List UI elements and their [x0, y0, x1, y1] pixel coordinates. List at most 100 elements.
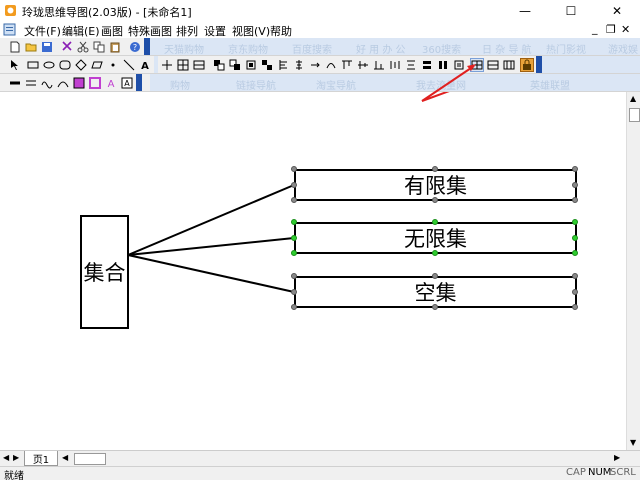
resize-handle[interactable] — [291, 197, 297, 203]
resize-handle[interactable] — [291, 182, 297, 188]
cut-icon[interactable] — [60, 40, 74, 54]
space-vertical-icon[interactable] — [404, 58, 418, 72]
paste-icon[interactable] — [108, 40, 122, 54]
scroll-thumb[interactable] — [629, 108, 640, 122]
menu-view[interactable]: 视图(V) — [232, 23, 270, 39]
font-color-icon[interactable]: A — [104, 76, 118, 90]
layout-vertical-icon[interactable] — [486, 58, 500, 72]
vertical-scrollbar[interactable]: ▲ ▼ — [626, 92, 640, 450]
bring-front-icon[interactable] — [212, 58, 226, 72]
distribute-icon[interactable] — [308, 58, 322, 72]
scissors-icon[interactable] — [76, 40, 90, 54]
split-icon[interactable] — [192, 58, 206, 72]
mdi-close-button[interactable]: ✕ — [621, 23, 630, 36]
resize-handle[interactable] — [291, 304, 297, 310]
resize-handle[interactable] — [432, 166, 438, 172]
line-icon[interactable] — [122, 58, 136, 72]
hscroll-right-icon[interactable]: ▶ — [614, 453, 620, 462]
resize-handle[interactable] — [432, 197, 438, 203]
hscroll-thumb[interactable] — [74, 453, 106, 465]
ungroup-icon[interactable] — [260, 58, 274, 72]
menu-edit[interactable]: 编辑(E) — [62, 23, 100, 39]
ghost-link[interactable]: 游戏娱 — [608, 41, 638, 56]
space-horizontal-icon[interactable] — [388, 58, 402, 72]
copy-icon[interactable] — [92, 40, 106, 54]
hscroll-left-icon[interactable]: ◀ — [62, 453, 68, 462]
ghost-link[interactable]: 链接导航 — [236, 77, 276, 92]
connector-line[interactable] — [127, 184, 295, 256]
menu-help[interactable]: 帮助 — [270, 23, 292, 39]
selection-handle[interactable] — [291, 235, 297, 241]
selection-handle[interactable] — [291, 250, 297, 256]
group-icon[interactable] — [244, 58, 258, 72]
resize-handle[interactable] — [291, 289, 297, 295]
layout-tree-icon[interactable] — [502, 58, 516, 72]
open-folder-icon[interactable] — [24, 40, 38, 54]
align-bottom-icon[interactable] — [372, 58, 386, 72]
minimize-button[interactable]: — — [502, 0, 548, 22]
parallelogram-icon[interactable] — [90, 58, 104, 72]
diamond-icon[interactable] — [74, 58, 88, 72]
selection-handle[interactable] — [572, 235, 578, 241]
ghost-link[interactable]: 360搜索 — [422, 41, 461, 56]
resize-handle[interactable] — [432, 304, 438, 310]
menu-draw[interactable]: 画图 — [101, 23, 123, 39]
selection-handle[interactable] — [572, 219, 578, 225]
tab-next-icon[interactable]: ▶ — [13, 453, 19, 462]
resize-handle[interactable] — [291, 273, 297, 279]
page-tab-1[interactable]: 页1 — [24, 451, 58, 466]
font-icon[interactable]: A — [120, 76, 134, 90]
resize-handle[interactable] — [572, 197, 578, 203]
selection-handle[interactable] — [572, 250, 578, 256]
root-node[interactable]: 集合 — [80, 215, 129, 329]
ghost-link[interactable]: 购物 — [170, 77, 190, 92]
resize-handle[interactable] — [572, 182, 578, 188]
close-button[interactable]: ✕ — [594, 0, 640, 22]
ghost-link[interactable]: 日 杂 导 航 — [482, 41, 532, 56]
ghost-link[interactable]: 英雄联盟 — [530, 77, 570, 92]
mdi-restore-button[interactable]: ❐ — [606, 23, 616, 36]
ghost-link[interactable]: 京东购物 — [228, 41, 268, 56]
thick-line-icon[interactable] — [8, 76, 22, 90]
menu-arrange[interactable]: 排列 — [176, 23, 198, 39]
arc-line-icon[interactable] — [56, 76, 70, 90]
send-back-icon[interactable] — [228, 58, 242, 72]
rectangle-icon[interactable] — [26, 58, 40, 72]
add-node-icon[interactable] — [160, 58, 174, 72]
resize-handle[interactable] — [432, 273, 438, 279]
align-left-icon[interactable] — [276, 58, 290, 72]
mdi-minimize-button[interactable]: _ — [592, 22, 598, 35]
wave-line-icon[interactable] — [40, 76, 54, 90]
resize-handle[interactable] — [572, 166, 578, 172]
maximize-button[interactable]: ☐ — [548, 0, 594, 22]
ghost-link[interactable]: 好 用 办 公 — [356, 41, 406, 56]
ellipse-icon[interactable] — [42, 58, 56, 72]
resize-handle[interactable] — [291, 166, 297, 172]
new-file-icon[interactable] — [8, 40, 22, 54]
connector-line[interactable] — [127, 254, 295, 293]
drawing-canvas[interactable]: 集合 有限集 无限集 空集 — [0, 92, 626, 450]
menu-settings[interactable]: 设置 — [204, 23, 226, 39]
menu-file[interactable]: 文件(F) — [24, 23, 61, 39]
resize-handle[interactable] — [572, 273, 578, 279]
ghost-link[interactable]: 天猫购物 — [164, 41, 204, 56]
menu-special-draw[interactable]: 特殊画图 — [128, 23, 172, 39]
tab-prev-icon[interactable]: ◀ — [3, 453, 9, 462]
selection-handle[interactable] — [432, 250, 438, 256]
scroll-up-icon[interactable]: ▲ — [630, 94, 636, 103]
curve-icon[interactable] — [324, 58, 338, 72]
save-icon[interactable] — [40, 40, 54, 54]
ghost-link[interactable]: 淘宝导航 — [316, 77, 356, 92]
fill-color-icon[interactable] — [72, 76, 86, 90]
lock-icon[interactable] — [520, 58, 534, 72]
connector-line[interactable] — [127, 237, 295, 256]
rounded-rect-icon[interactable] — [58, 58, 72, 72]
selection-handle[interactable] — [291, 219, 297, 225]
pointer-icon[interactable] — [8, 58, 22, 72]
scroll-down-icon[interactable]: ▼ — [630, 438, 636, 447]
toolbar-overflow[interactable] — [144, 38, 150, 55]
align-top-icon[interactable] — [340, 58, 354, 72]
toolbar-overflow[interactable] — [136, 74, 142, 91]
align-center-icon[interactable] — [292, 58, 306, 72]
resize-handle[interactable] — [572, 304, 578, 310]
